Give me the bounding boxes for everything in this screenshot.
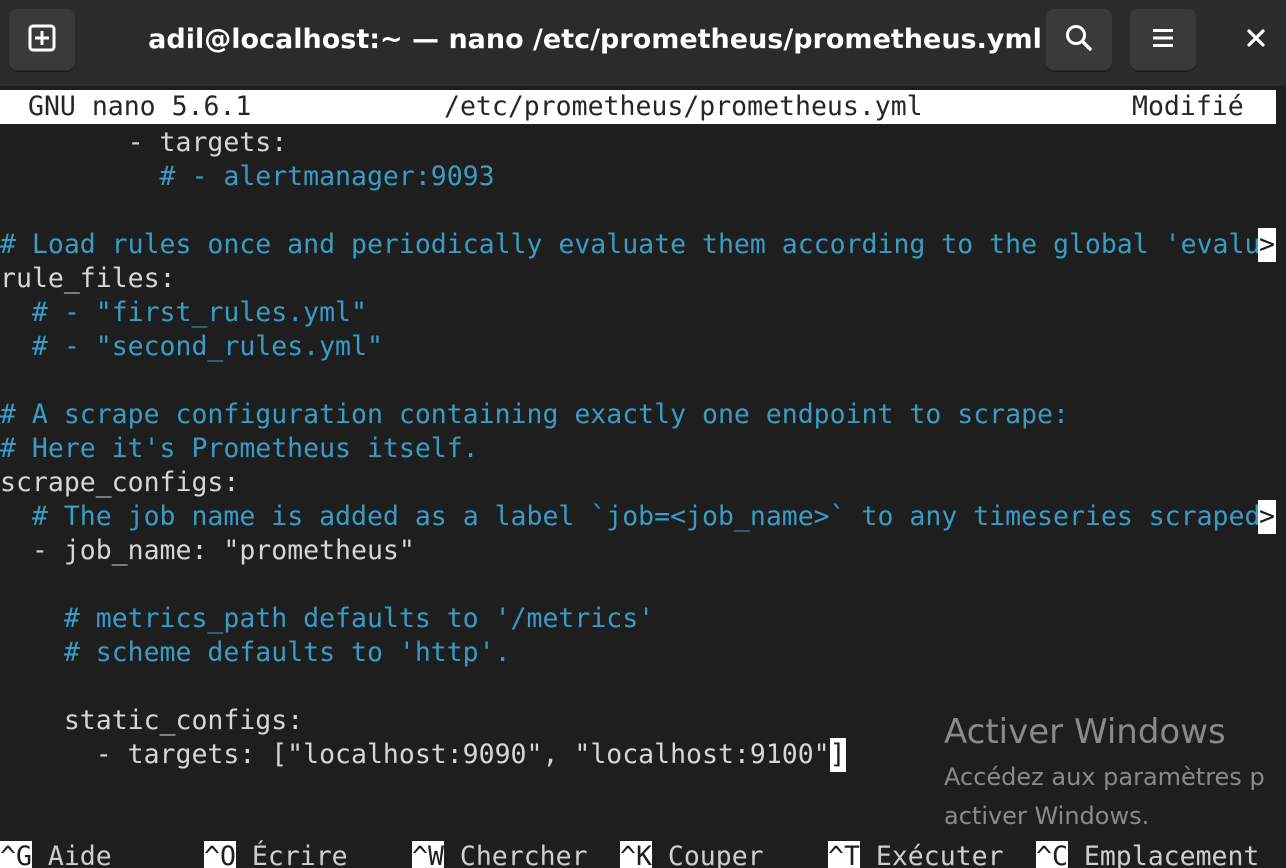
new-tab-button[interactable] [9,9,75,71]
nano-header-bar: GNU nano 5.6.1 /etc/prometheus/prometheu… [0,90,1276,124]
shortcut-label: Aide [47,841,112,868]
editor-line[interactable]: # A scrape configuration containing exac… [0,398,1069,432]
shortcut-label: Exécuter [875,841,1004,868]
comment-text: # - alertmanager:9093 [159,161,495,192]
shortcut-item: ^K Couper [620,840,764,868]
shortcut-label: Chercher [459,841,588,868]
search-icon [1063,22,1095,59]
code-text: - job_name: "prometheus" [31,535,415,566]
shortcut-label: Couper [667,841,764,868]
comment-text: # metrics_path defaults to '/metrics' [63,603,655,634]
shortcut-key: ^O [204,841,236,868]
shortcut-key: ^C [1036,841,1068,868]
terminal-window: adil@localhost:~ — nano /etc/prometheus/… [0,0,1286,868]
editor-line[interactable]: # - "first_rules.yml" [0,296,367,330]
new-tab-icon [25,21,59,60]
hamburger-menu-icon [1148,23,1178,58]
editor-line[interactable]: # Here it's Prometheus itself. [0,432,479,466]
shortcut-item: ^G Aide [0,840,112,868]
activation-watermark-title: Activer Windows [944,712,1226,752]
nano-modified-status: Modifié [1132,91,1244,122]
text-cursor: ] [829,738,846,772]
shortcut-key: ^K [620,841,652,868]
activation-watermark-line1: Accédez aux paramètres p [944,763,1265,791]
editor-line[interactable]: # Load rules once and periodically evalu… [0,228,1260,262]
shortcut-item: ^O Écrire [204,840,348,868]
editor-line[interactable]: - job_name: "prometheus" [0,534,415,568]
code-text: static_configs: [63,705,304,736]
editor-line[interactable]: scrape_configs: [0,466,239,500]
shortcut-item: ^T Exécuter [828,840,1004,868]
close-button[interactable] [1226,9,1286,71]
line-truncation-marker: > [1258,228,1276,262]
shortcut-key: ^W [412,841,444,868]
editor-line[interactable]: - targets: [0,126,288,160]
editor-line[interactable]: # scheme defaults to 'http'. [0,636,511,670]
comment-text: # - "first_rules.yml" [31,297,367,328]
comment-text: # Load rules once and periodically evalu… [0,229,1261,260]
comment-text: # Here it's Prometheus itself. [0,433,479,464]
comment-text: # A scrape configuration containing exac… [0,399,1069,430]
line-truncation-marker: > [1258,500,1276,534]
editor-line[interactable]: # The job name is added as a label `job=… [0,500,1261,534]
window-title: adil@localhost:~ — nano /etc/prometheus/… [148,24,1042,55]
nano-version: GNU nano 5.6.1 [28,91,252,122]
editor-line[interactable]: # metrics_path defaults to '/metrics' [0,602,654,636]
shortcut-item: ^W Chercher [412,840,588,868]
comment-text: # - "second_rules.yml" [31,331,383,362]
comment-text: # scheme defaults to 'http'. [63,637,511,668]
close-icon [1244,26,1268,55]
editor-line[interactable]: # - "second_rules.yml" [0,330,383,364]
code-text: rule_files: [0,263,176,294]
nano-filename: /etc/prometheus/prometheus.yml [444,91,923,122]
shortcut-label: Écrire [251,841,348,868]
shortcut-key: ^T [828,841,860,868]
search-button[interactable] [1046,9,1112,71]
menu-button[interactable] [1130,9,1196,71]
title-bar: adil@localhost:~ — nano /etc/prometheus/… [0,0,1286,87]
code-text: - targets: ["localhost:9090", "localhost… [95,739,830,770]
shortcut-key: ^G [0,841,32,868]
shortcut-label: Emplacement [1083,841,1260,868]
code-text: - targets: [127,127,288,158]
code-text: scrape_configs: [0,467,240,498]
activation-watermark-line2: activer Windows. [944,802,1150,830]
editor-line[interactable]: static_configs: [0,704,303,738]
comment-text: # The job name is added as a label `job=… [31,501,1261,532]
editor-line[interactable]: - targets: ["localhost:9090", "localhost… [0,738,846,772]
editor-line[interactable]: # - alertmanager:9093 [0,160,495,194]
editor-line[interactable]: rule_files: [0,262,176,296]
shortcut-item: ^C Emplacement [1036,840,1259,868]
